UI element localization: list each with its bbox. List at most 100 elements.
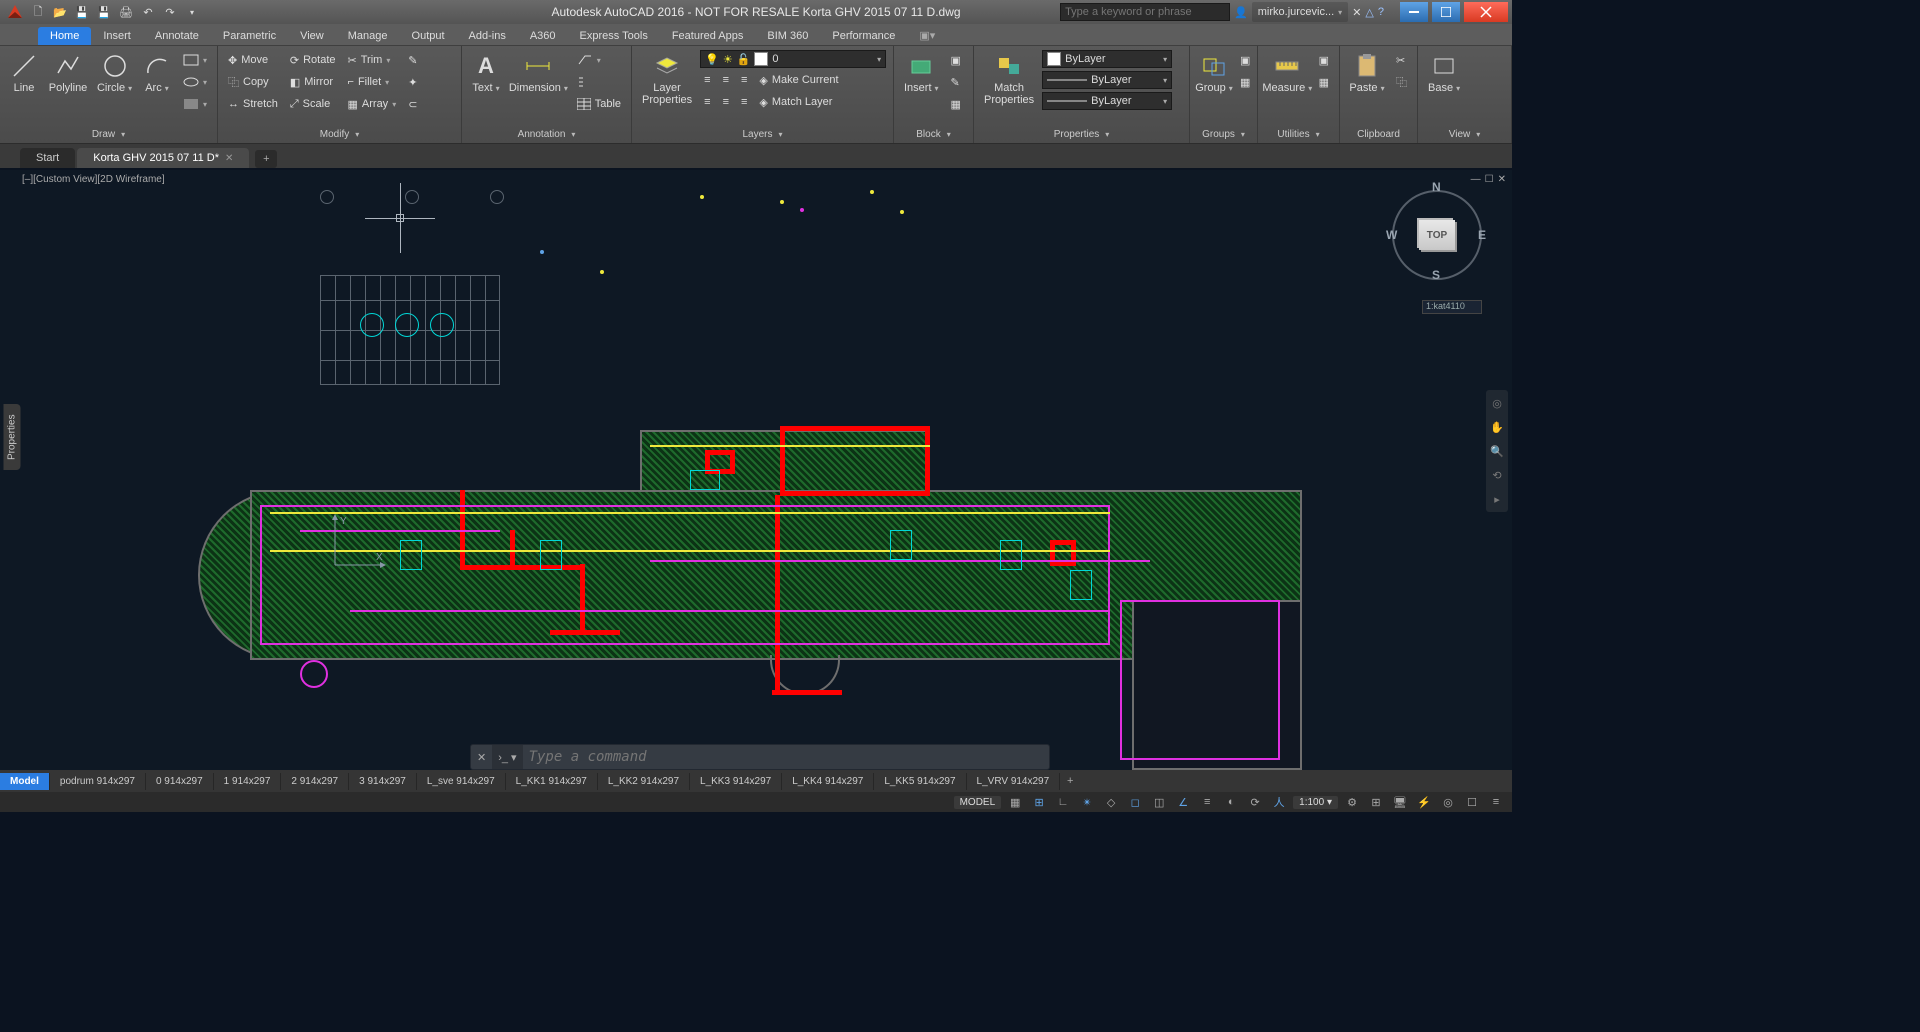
- layout-tab[interactable]: L_KK4 914x297: [782, 773, 874, 790]
- close-button[interactable]: [1464, 2, 1508, 22]
- edit-block-icon[interactable]: ✎: [947, 72, 965, 92]
- color-dropdown[interactable]: ByLayer▾: [1042, 50, 1172, 68]
- trim-button[interactable]: ✂Trim▾: [344, 50, 401, 70]
- lineweight-icon[interactable]: ≡: [1197, 793, 1217, 811]
- explode-icon[interactable]: ✦: [404, 72, 421, 92]
- tab-output[interactable]: Output: [400, 27, 457, 45]
- zoom-icon[interactable]: 🔍: [1488, 442, 1506, 460]
- linetype-dropdown[interactable]: ByLayer▾: [1042, 92, 1172, 110]
- snap-icon[interactable]: ⊞: [1029, 793, 1049, 811]
- annotation-scale-icon[interactable]: 人: [1269, 793, 1289, 811]
- hatch-icon[interactable]: ▾: [179, 94, 211, 114]
- group-edit-icon[interactable]: ▦: [1236, 72, 1254, 92]
- layout-tab[interactable]: L_KK2 914x297: [598, 773, 690, 790]
- scale-display[interactable]: 1:100 ▾: [1293, 796, 1338, 809]
- maximize-button[interactable]: [1432, 2, 1460, 22]
- layer-properties-button[interactable]: Layer Properties: [638, 50, 696, 108]
- osnap-icon[interactable]: ◻: [1125, 793, 1145, 811]
- tab-performance[interactable]: Performance: [820, 27, 907, 45]
- isoplane-icon[interactable]: ◇: [1101, 793, 1121, 811]
- tab-view[interactable]: View: [288, 27, 336, 45]
- cycling-icon[interactable]: ⟳: [1245, 793, 1265, 811]
- layer-tool3-icon[interactable]: ≡: [737, 70, 751, 90]
- command-line[interactable]: ✕ ›_ ▾: [470, 744, 1050, 770]
- lineweight-dropdown[interactable]: ByLayer▾: [1042, 71, 1172, 89]
- insert-button[interactable]: Insert: [900, 50, 943, 96]
- tab-more-icon[interactable]: ▣▾: [907, 26, 947, 45]
- arc-button[interactable]: Arc: [139, 50, 175, 96]
- layout-tab[interactable]: 2 914x297: [281, 773, 349, 790]
- hardware-icon[interactable]: ⚡: [1414, 793, 1434, 811]
- transparency-icon[interactable]: ◐: [1221, 793, 1241, 811]
- cut-icon[interactable]: ✂: [1392, 50, 1411, 70]
- offset-icon[interactable]: ⊂: [404, 94, 421, 114]
- panel-clipboard-label[interactable]: Clipboard: [1340, 125, 1417, 143]
- add-tab-button[interactable]: +: [255, 150, 277, 168]
- panel-draw-label[interactable]: Draw: [0, 125, 217, 143]
- rect-icon[interactable]: ▾: [179, 50, 211, 70]
- viewcube-n[interactable]: N: [1432, 180, 1441, 194]
- layer-tool4-icon[interactable]: ≡: [700, 92, 714, 112]
- vp-close-icon[interactable]: ✕: [1498, 174, 1506, 185]
- showmotion-icon[interactable]: ▸: [1488, 490, 1506, 508]
- mirror-button[interactable]: ◧Mirror: [286, 72, 340, 92]
- ortho-icon[interactable]: ∟: [1053, 793, 1073, 811]
- 3dosnap-icon[interactable]: ◫: [1149, 793, 1169, 811]
- measure-button[interactable]: Measure: [1264, 50, 1311, 96]
- panel-groups-label[interactable]: Groups: [1190, 125, 1257, 143]
- ellipse-icon[interactable]: ▾: [179, 72, 211, 92]
- command-input[interactable]: [523, 749, 1049, 765]
- ungroup-icon[interactable]: ▣: [1236, 50, 1254, 70]
- stretch-button[interactable]: ↔Stretch: [224, 94, 282, 114]
- qat-dropdown-icon[interactable]: ▾: [182, 2, 202, 22]
- tab-express[interactable]: Express Tools: [568, 27, 660, 45]
- search-input[interactable]: [1060, 3, 1230, 21]
- a360-icon[interactable]: △: [1365, 6, 1373, 19]
- group-button[interactable]: Group: [1196, 50, 1232, 96]
- tab-addins[interactable]: Add-ins: [457, 27, 518, 45]
- erase-icon[interactable]: ✎: [404, 50, 421, 70]
- viewcube-top[interactable]: TOP: [1419, 220, 1455, 250]
- polar-icon[interactable]: ✴: [1077, 793, 1097, 811]
- make-current-button[interactable]: ◈Make Current: [755, 70, 842, 90]
- base-button[interactable]: Base: [1424, 50, 1464, 96]
- move-button[interactable]: ✥Move: [224, 50, 282, 70]
- panel-view-label[interactable]: View: [1418, 125, 1511, 143]
- ws-icon[interactable]: ⊞: [1366, 793, 1386, 811]
- layout-tab[interactable]: 1 914x297: [214, 773, 282, 790]
- create-block-icon[interactable]: ▣: [947, 50, 965, 70]
- model-space-button[interactable]: MODEL: [954, 796, 1002, 809]
- isolate-icon[interactable]: ◎: [1438, 793, 1458, 811]
- viewcube-w[interactable]: W: [1386, 228, 1397, 242]
- paste-button[interactable]: Paste: [1346, 50, 1388, 96]
- open-icon[interactable]: 📂: [50, 2, 70, 22]
- plot-icon[interactable]: 🖨: [116, 2, 136, 22]
- viewcube-e[interactable]: E: [1478, 228, 1486, 242]
- cmd-history-icon[interactable]: ›_ ▾: [492, 745, 522, 769]
- tab-file-active[interactable]: Korta GHV 2015 07 11 D*✕: [77, 148, 249, 168]
- tab-bim360[interactable]: BIM 360: [755, 27, 820, 45]
- minimize-button[interactable]: [1400, 2, 1428, 22]
- orbit-icon[interactable]: ⟲: [1488, 466, 1506, 484]
- panel-block-label[interactable]: Block: [894, 125, 973, 143]
- viewcube-s[interactable]: S: [1432, 268, 1440, 282]
- layout-tab[interactable]: 3 914x297: [349, 773, 417, 790]
- layer-dropdown[interactable]: 💡 ☀ 🔓 0 ▾: [700, 50, 886, 68]
- signin-icon[interactable]: 👤: [1234, 6, 1248, 19]
- exchange-icon[interactable]: ✕: [1352, 6, 1361, 19]
- rotate-button[interactable]: ⟳Rotate: [286, 50, 340, 70]
- clean-icon[interactable]: ☐: [1462, 793, 1482, 811]
- add-layout-button[interactable]: +: [1060, 775, 1080, 787]
- drawing-canvas[interactable]: [–][Custom View][2D Wireframe] Propertie…: [0, 170, 1512, 770]
- panel-properties-label[interactable]: Properties: [974, 125, 1189, 143]
- table-button[interactable]: Table: [573, 94, 625, 114]
- block-attr-icon[interactable]: ▦: [947, 94, 965, 114]
- user-chip[interactable]: mirko.jurcevic...▾: [1252, 2, 1348, 22]
- polyline-button[interactable]: Polyline: [46, 50, 90, 96]
- array-button[interactable]: ▦Array▾: [344, 94, 401, 114]
- close-tab-icon[interactable]: ✕: [225, 153, 233, 164]
- layout-tab[interactable]: L_sve 914x297: [417, 773, 506, 790]
- panel-modify-label[interactable]: Modify: [218, 125, 461, 143]
- panel-utilities-label[interactable]: Utilities: [1258, 125, 1339, 143]
- copy-clip-icon[interactable]: ⿻: [1392, 72, 1411, 92]
